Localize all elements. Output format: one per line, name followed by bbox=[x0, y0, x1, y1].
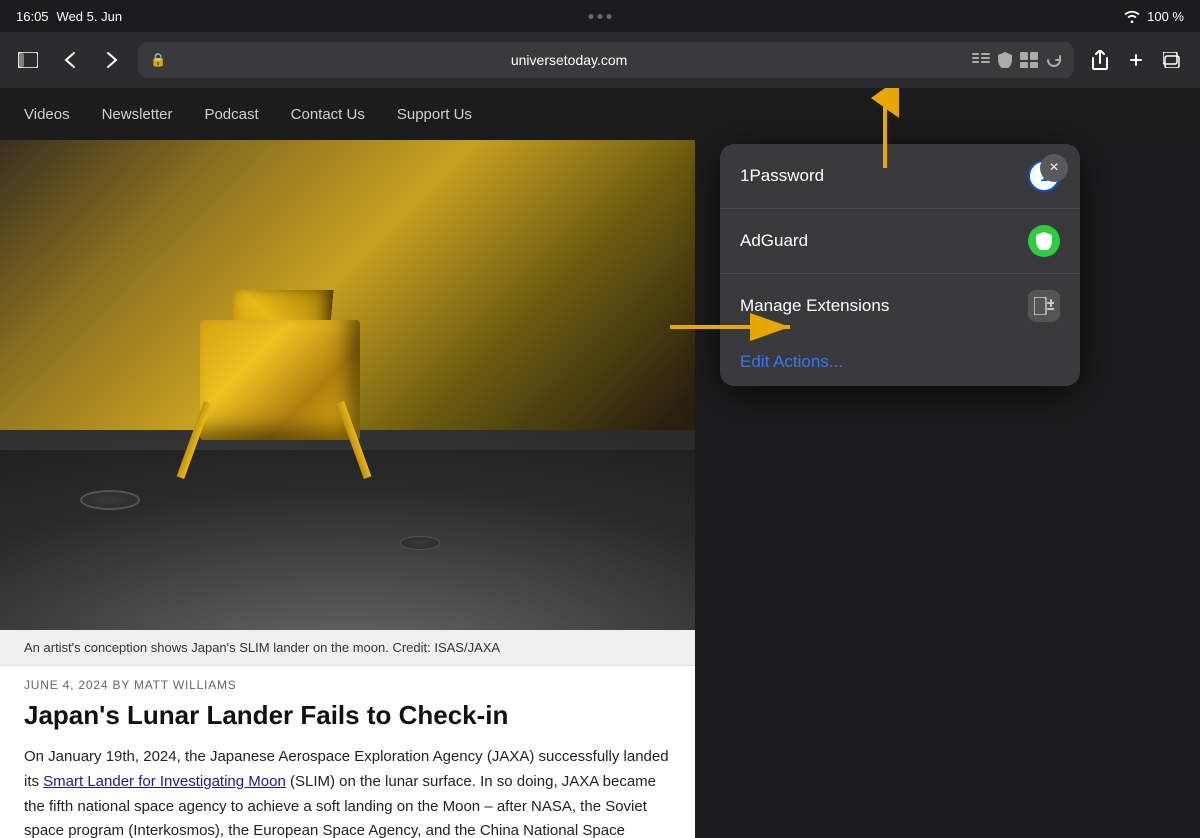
article-link-1[interactable]: Smart Lander for Investigating Moon bbox=[43, 773, 286, 790]
article-body: On January 19th, 2024, the Japanese Aero… bbox=[24, 745, 671, 838]
status-dots bbox=[589, 14, 612, 19]
article-section: JUNE 4, 2024 BY MATT WILLIAMS Japan's Lu… bbox=[0, 666, 695, 838]
sidebar-button[interactable] bbox=[12, 44, 44, 76]
article-meta: JUNE 4, 2024 BY MATT WILLIAMS bbox=[24, 678, 671, 692]
new-tab-button[interactable] bbox=[1120, 44, 1152, 76]
extension-item-adguard[interactable]: AdGuard bbox=[720, 209, 1080, 274]
status-left: 16:05 Wed 5. Jun bbox=[16, 9, 122, 24]
address-bar[interactable]: 🔒 universetoday.com bbox=[138, 42, 1074, 78]
site-navbar: Videos Newsletter Podcast Contact Us Sup… bbox=[0, 88, 1200, 140]
close-icon: × bbox=[1049, 159, 1058, 177]
image-caption: An artist's conception shows Japan's SLI… bbox=[0, 630, 695, 666]
forward-button[interactable] bbox=[96, 44, 128, 76]
status-bar: 16:05 Wed 5. Jun 100 % bbox=[0, 0, 1200, 32]
manage-arrow-indicator bbox=[670, 307, 810, 352]
close-dropdown-button[interactable]: × bbox=[1040, 154, 1068, 182]
privacy-icon[interactable] bbox=[998, 52, 1012, 68]
extensions-icon[interactable] bbox=[1020, 52, 1038, 68]
lander-leg-left bbox=[177, 401, 212, 479]
browser-actions bbox=[1084, 44, 1188, 76]
nav-podcast[interactable]: Podcast bbox=[204, 106, 258, 123]
lock-icon: 🔒 bbox=[150, 52, 166, 68]
lander-shape bbox=[120, 260, 440, 540]
manage-extensions-icon bbox=[1028, 290, 1060, 322]
nav-videos[interactable]: Videos bbox=[24, 106, 70, 123]
adguard-icon bbox=[1028, 225, 1060, 257]
tabs-button[interactable] bbox=[1156, 44, 1188, 76]
hero-image bbox=[0, 140, 695, 630]
extension-label-adguard: AdGuard bbox=[740, 231, 1028, 251]
lander-body bbox=[200, 320, 360, 440]
battery: 100 % bbox=[1147, 9, 1184, 24]
nav-newsletter[interactable]: Newsletter bbox=[102, 106, 173, 123]
article-title: Japan's Lunar Lander Fails to Check-in bbox=[24, 700, 671, 731]
nav-support[interactable]: Support Us bbox=[397, 106, 472, 123]
share-button[interactable] bbox=[1084, 44, 1116, 76]
top-arrow-indicator bbox=[865, 88, 905, 173]
wifi-icon bbox=[1123, 9, 1141, 23]
status-right: 100 % bbox=[1123, 9, 1184, 24]
content-area: An artist's conception shows Japan's SLI… bbox=[0, 140, 695, 838]
edit-actions-label: Edit Actions... bbox=[740, 352, 843, 371]
reload-icon[interactable] bbox=[1046, 52, 1062, 68]
browser-chrome: 🔒 universetoday.com bbox=[0, 32, 1200, 88]
time: 16:05 bbox=[16, 9, 49, 24]
date: Wed 5. Jun bbox=[57, 9, 123, 24]
url-text: universetoday.com bbox=[172, 52, 966, 68]
reader-icon[interactable] bbox=[972, 53, 990, 67]
nav-contact[interactable]: Contact Us bbox=[291, 106, 365, 123]
back-button[interactable] bbox=[54, 44, 86, 76]
